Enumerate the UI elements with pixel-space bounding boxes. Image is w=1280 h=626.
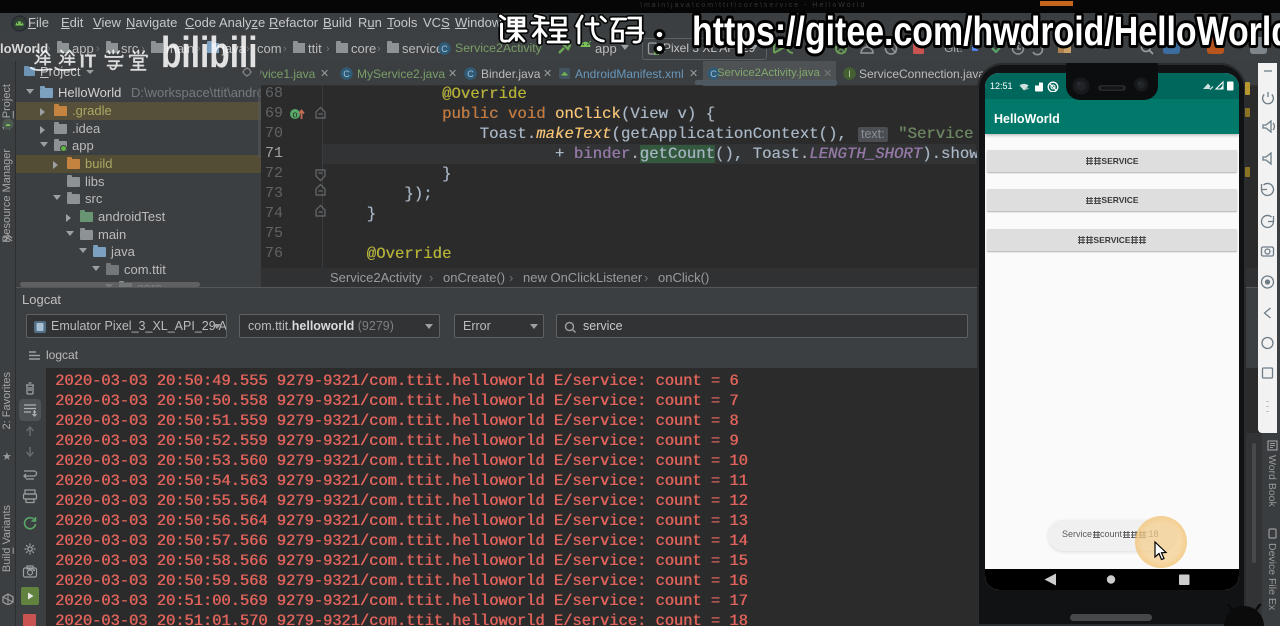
svg-text:C: C bbox=[441, 44, 448, 54]
svg-text:https://gitee.com/hwdroid/Hell: https://gitee.com/hwdroid/HelloWorld bbox=[692, 8, 1280, 54]
svg-text:I: I bbox=[848, 69, 851, 79]
svg-text:C: C bbox=[467, 69, 474, 79]
svg-text:C: C bbox=[343, 69, 350, 79]
svg-text:IT: IT bbox=[80, 51, 97, 72]
